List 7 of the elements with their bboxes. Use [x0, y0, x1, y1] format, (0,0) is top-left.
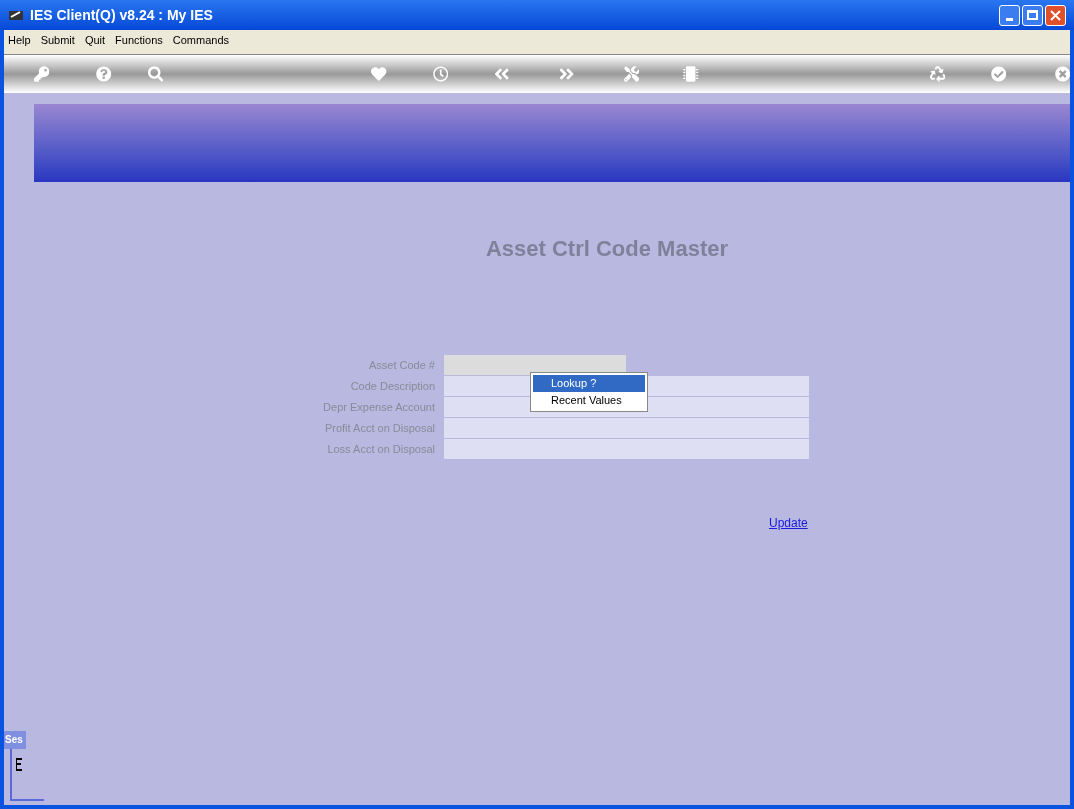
- field-label: Code Description: [349, 378, 436, 394]
- field-label: Loss Acct on Disposal: [326, 441, 436, 457]
- field-label: Asset Code #: [367, 357, 436, 373]
- page-title: Asset Ctrl Code Master: [484, 235, 730, 263]
- field-label: Profit Acct on Disposal: [323, 420, 436, 436]
- field-label: Depr Expense Account: [322, 399, 436, 415]
- window-title: IES Client(Q) v8.24 : My IES: [30, 5, 213, 25]
